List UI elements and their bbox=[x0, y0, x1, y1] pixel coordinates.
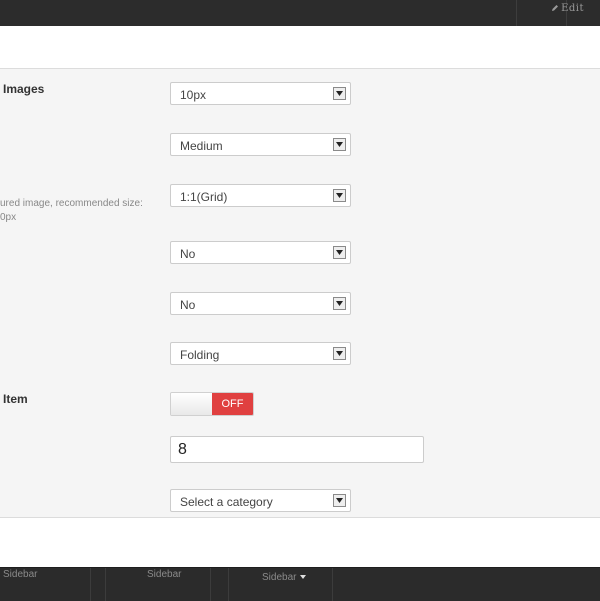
chevron-down-icon bbox=[333, 297, 346, 310]
category-select[interactable]: Select a category bbox=[170, 489, 351, 512]
dropdown-arrow-icon[interactable] bbox=[300, 568, 306, 582]
item-toggle[interactable]: OFF bbox=[170, 392, 254, 416]
number-input[interactable]: 8 bbox=[170, 436, 424, 463]
toggle-knob bbox=[171, 393, 212, 415]
option-4-select[interactable]: No bbox=[170, 241, 351, 264]
chevron-down-icon bbox=[333, 87, 346, 100]
featured-description-line-1: ured image, recommended size: bbox=[0, 198, 143, 209]
featured-image-description: ured image, recommended size: 0px bbox=[0, 197, 143, 225]
bottom-bar-divider bbox=[105, 568, 106, 601]
chevron-down-icon bbox=[333, 347, 346, 360]
chevron-down-icon bbox=[333, 138, 346, 151]
bottom-bar-divider bbox=[228, 568, 229, 601]
layout-style-value: Folding bbox=[180, 348, 220, 362]
image-size-value: Medium bbox=[180, 139, 223, 153]
number-value: 8 bbox=[178, 441, 187, 458]
toggle-off-label: OFF bbox=[212, 393, 253, 415]
edit-link[interactable]: Edit bbox=[551, 3, 584, 14]
sidebar-tab-3[interactable]: Sidebar bbox=[262, 572, 296, 583]
sidebar-tab-2[interactable]: Sidebar bbox=[147, 569, 181, 580]
option-5-select[interactable]: No bbox=[170, 292, 351, 315]
dialog-body: Images 10px Medium ured image, recommend… bbox=[0, 69, 600, 518]
images-label: Images bbox=[3, 82, 45, 96]
item-label: Item bbox=[3, 392, 28, 406]
top-bar: Edit bbox=[0, 0, 600, 27]
category-placeholder: Select a category bbox=[180, 495, 273, 509]
bottom-bar: Sidebar Sidebar Sidebar bbox=[0, 567, 600, 601]
layout-style-select[interactable]: Folding bbox=[170, 342, 351, 365]
chevron-down-icon bbox=[333, 246, 346, 259]
option-4-value: No bbox=[180, 247, 196, 261]
pencil-icon bbox=[551, 4, 559, 12]
chevron-down-icon bbox=[333, 494, 346, 507]
aspect-ratio-value: 1:1(Grid) bbox=[180, 190, 228, 204]
image-size-select[interactable]: Medium bbox=[170, 133, 351, 156]
dialog-footer bbox=[0, 518, 600, 567]
top-bar-divider bbox=[516, 0, 517, 26]
settings-dialog: Images 10px Medium ured image, recommend… bbox=[0, 26, 600, 567]
bottom-bar-divider bbox=[210, 568, 211, 601]
edit-label: Edit bbox=[561, 3, 584, 14]
featured-description-line-2: 0px bbox=[0, 212, 17, 223]
bottom-bar-divider bbox=[332, 568, 333, 601]
dialog-header bbox=[0, 26, 600, 69]
option-5-value: No bbox=[180, 298, 196, 312]
sidebar-tab-1[interactable]: Sidebar bbox=[3, 569, 37, 580]
chevron-down-icon bbox=[333, 189, 346, 202]
image-spacing-value: 10px bbox=[180, 88, 207, 102]
aspect-ratio-select[interactable]: 1:1(Grid) bbox=[170, 184, 351, 207]
image-spacing-select[interactable]: 10px bbox=[170, 82, 351, 105]
bottom-bar-divider bbox=[90, 568, 91, 601]
